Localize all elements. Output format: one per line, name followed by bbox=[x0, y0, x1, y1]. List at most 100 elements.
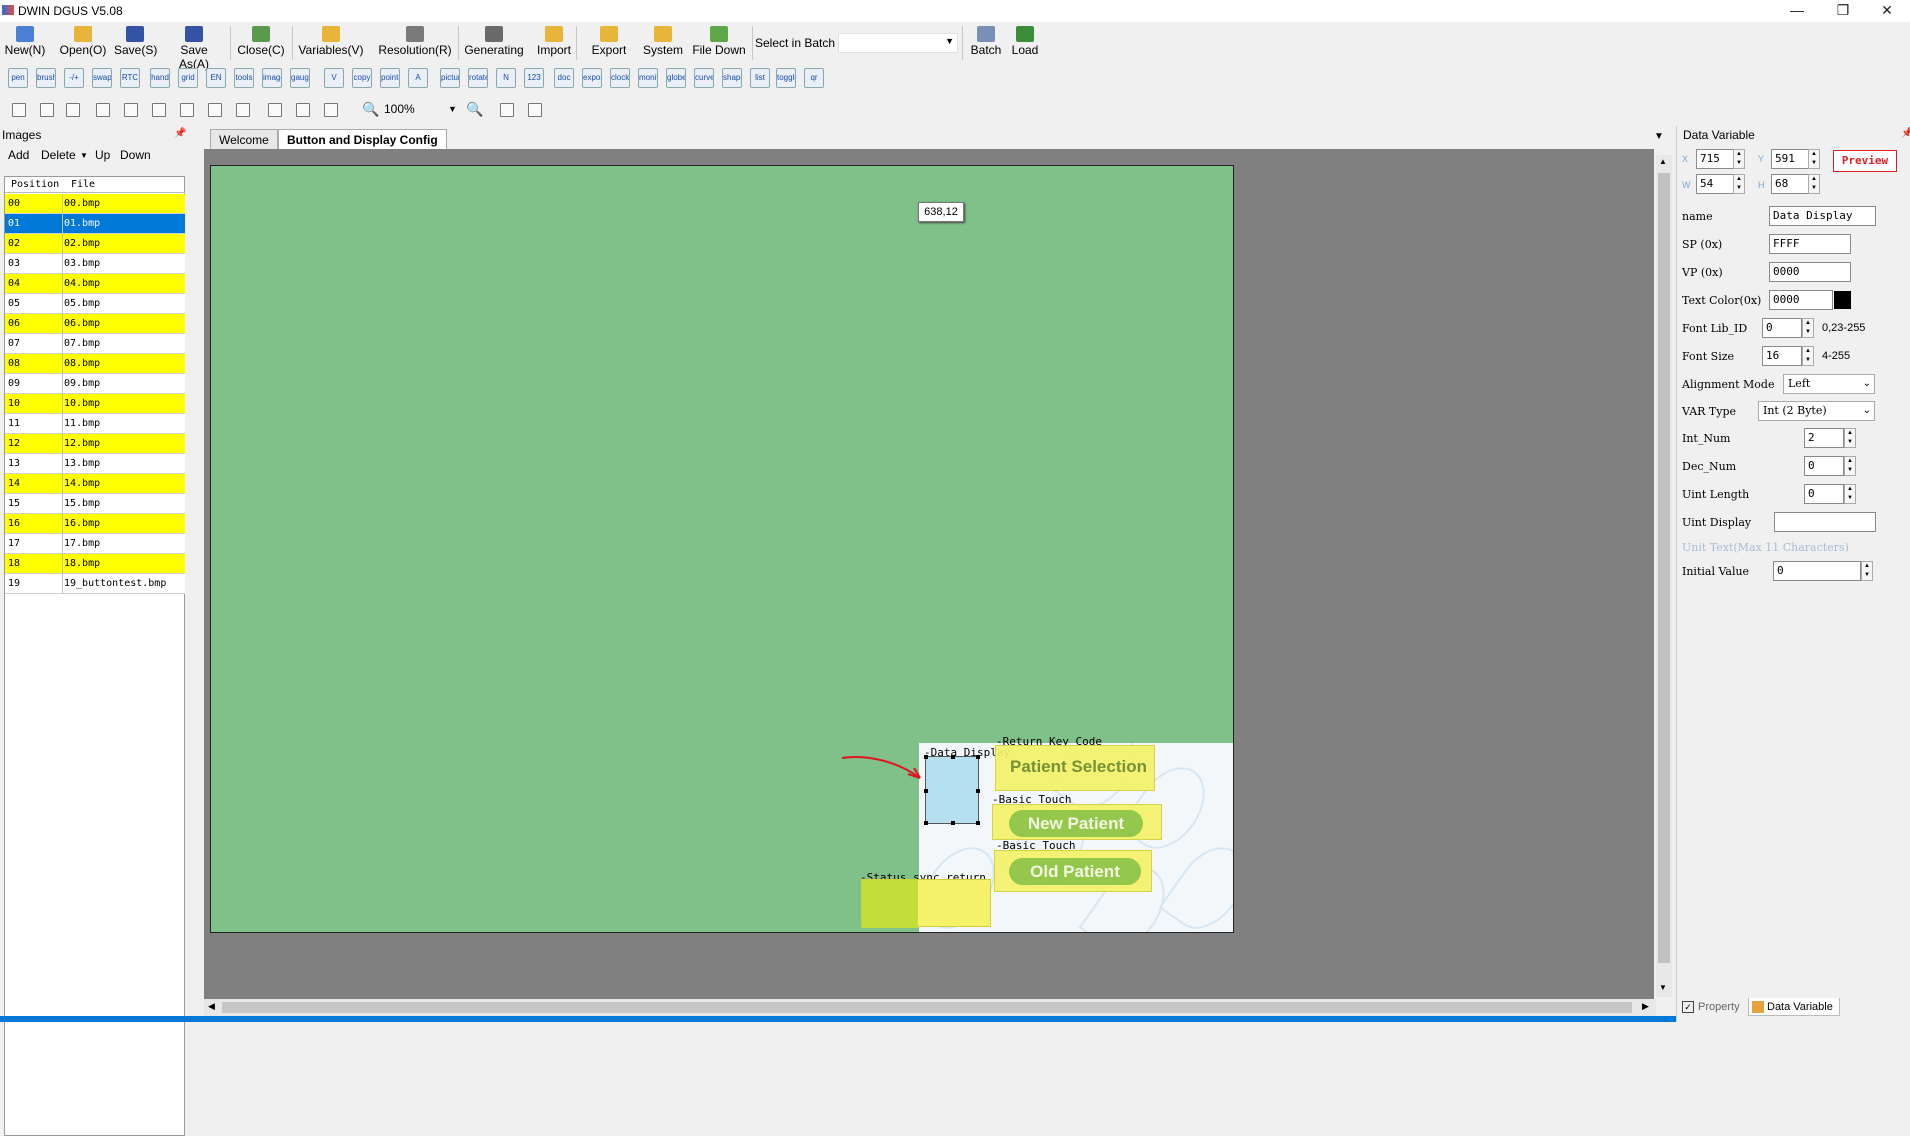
pin-icon[interactable]: 📌 bbox=[174, 128, 186, 139]
font-lib-input[interactable]: 0 bbox=[1762, 318, 1802, 338]
align-tool-icon[interactable] bbox=[208, 103, 222, 117]
vp-input[interactable]: 0000 bbox=[1769, 262, 1851, 282]
initial-value-spinner[interactable]: ▲ ▼ bbox=[1861, 561, 1873, 581]
int-num-spinner[interactable]: ▲ ▼ bbox=[1844, 428, 1856, 448]
old-patient-button[interactable]: Old Patient bbox=[1009, 858, 1141, 885]
pen-icon[interactable]: pen bbox=[8, 68, 28, 88]
toggle-icon[interactable]: toggle bbox=[776, 68, 796, 88]
tab-data-variable[interactable]: Data Variable bbox=[1748, 998, 1840, 1016]
tabs-dropdown-icon[interactable]: ▼ bbox=[1654, 131, 1664, 142]
column-file[interactable]: File bbox=[71, 177, 95, 193]
align-tool-icon[interactable] bbox=[66, 103, 80, 117]
image-list-row[interactable]: 10 10.bmp bbox=[5, 394, 185, 414]
alignment-select[interactable]: Left ⌄ bbox=[1783, 374, 1875, 394]
curve-icon[interactable]: curve bbox=[694, 68, 714, 88]
initial-value-input[interactable]: 0 bbox=[1773, 561, 1861, 581]
font-lib-spinner[interactable]: ▲ ▼ bbox=[1802, 318, 1814, 338]
export-icon[interactable]: export bbox=[582, 68, 602, 88]
align-tool-icon[interactable] bbox=[12, 103, 26, 117]
image-list-row[interactable]: 06 06.bmp bbox=[5, 314, 185, 334]
toolbar-button-resolution-r[interactable]: Resolution(R) bbox=[376, 24, 454, 62]
image-list-row[interactable]: 15 15.bmp bbox=[5, 494, 185, 514]
dec-num-spinner[interactable]: ▲ ▼ bbox=[1844, 456, 1856, 476]
int-num-input[interactable]: 2 bbox=[1804, 428, 1844, 448]
align-tool-icon[interactable] bbox=[96, 103, 110, 117]
en-icon[interactable]: EN bbox=[206, 68, 226, 88]
align-tool-icon[interactable] bbox=[296, 103, 310, 117]
delete-image-button[interactable]: Delete bbox=[41, 148, 76, 162]
toolbar-button-save-as-a[interactable]: Save As(A) bbox=[164, 24, 224, 71]
image-list-row[interactable]: 01 01.bmp bbox=[5, 214, 185, 234]
brush-icon[interactable]: brush bbox=[36, 68, 56, 88]
old-patient-touch-area[interactable]: Old Patient bbox=[994, 850, 1152, 892]
gauge-icon[interactable]: gauge bbox=[290, 68, 310, 88]
tab-property[interactable]: ✓ Property bbox=[1680, 998, 1740, 1016]
resize-handle[interactable] bbox=[976, 789, 980, 793]
tab-button-and-display-config[interactable]: Button and Display Config bbox=[278, 129, 447, 149]
pointer-icon[interactable]: pointer bbox=[380, 68, 400, 88]
scroll-down-icon[interactable]: ▼ bbox=[1659, 983, 1667, 992]
select-in-batch-dropdown[interactable]: ▼ bbox=[838, 33, 958, 53]
layer-order-icon[interactable] bbox=[500, 103, 514, 117]
tab-welcome[interactable]: Welcome bbox=[210, 129, 278, 149]
image-list-row[interactable]: 04 04.bmp bbox=[5, 274, 185, 294]
load-button[interactable]: Load bbox=[1008, 24, 1042, 62]
new-patient-button[interactable]: New Patient bbox=[1009, 810, 1143, 837]
resize-handle[interactable] bbox=[951, 821, 955, 825]
h-spinner[interactable]: ▲ ▼ bbox=[1808, 174, 1820, 194]
image-list-row[interactable]: 11 11.bmp bbox=[5, 414, 185, 434]
maximize-button[interactable]: ❐ bbox=[1820, 0, 1866, 22]
move-down-button[interactable]: Down bbox=[120, 148, 151, 162]
font-size-input[interactable]: 16 bbox=[1762, 346, 1802, 366]
clock-icon[interactable]: clock bbox=[610, 68, 630, 88]
vertical-scrollbar[interactable]: ▲ ▼ bbox=[1656, 155, 1672, 997]
align-tool-icon[interactable] bbox=[180, 103, 194, 117]
copy-icon[interactable]: copy bbox=[352, 68, 372, 88]
toolbar-button-system[interactable]: System bbox=[636, 24, 690, 62]
picture-icon[interactable]: picture bbox=[440, 68, 460, 88]
close-window-button[interactable]: ✕ bbox=[1864, 0, 1910, 22]
scroll-right-icon[interactable]: ▶ bbox=[1642, 1001, 1649, 1012]
toolbar-button-open-o[interactable]: Open(O) bbox=[56, 24, 110, 62]
delete-dropdown-icon[interactable]: ▼ bbox=[80, 151, 88, 160]
a-icon[interactable]: A bbox=[408, 68, 428, 88]
preview-button[interactable]: Preview bbox=[1833, 150, 1897, 172]
zoom-in-icon[interactable]: 🔍 bbox=[362, 101, 379, 118]
monitor-icon[interactable]: monitor bbox=[638, 68, 658, 88]
tools-icon[interactable]: tools bbox=[234, 68, 254, 88]
data-display-control[interactable] bbox=[924, 755, 980, 825]
image-icon[interactable]: image bbox=[262, 68, 282, 88]
zoom-select[interactable]: 100% ▼ bbox=[384, 100, 457, 118]
resize-handle[interactable] bbox=[976, 821, 980, 825]
y-input[interactable]: 591 bbox=[1771, 149, 1813, 169]
hand-icon[interactable]: hand bbox=[150, 68, 170, 88]
image-list-row[interactable]: 07 07.bmp bbox=[5, 334, 185, 354]
image-list-row[interactable]: 14 14.bmp bbox=[5, 474, 185, 494]
scroll-up-icon[interactable]: ▲ bbox=[1659, 157, 1667, 166]
uint-display-input[interactable] bbox=[1774, 512, 1876, 532]
align-tool-icon[interactable] bbox=[40, 103, 54, 117]
image-list-row[interactable]: 03 03.bmp bbox=[5, 254, 185, 274]
align-tool-icon[interactable] bbox=[236, 103, 250, 117]
doc-icon[interactable]: doc bbox=[554, 68, 574, 88]
align-tool-icon[interactable] bbox=[268, 103, 282, 117]
zoom-out-icon[interactable]: 🔍 bbox=[466, 101, 483, 118]
toolbar-button-import[interactable]: Import bbox=[532, 24, 576, 62]
grid-icon[interactable]: grid bbox=[178, 68, 198, 88]
image-list-row[interactable]: 17 17.bmp bbox=[5, 534, 185, 554]
toolbar-button-close-c[interactable]: Close(C) bbox=[236, 24, 286, 62]
image-list-row[interactable]: 12 12.bmp bbox=[5, 434, 185, 454]
y-spinner[interactable]: ▲ ▼ bbox=[1808, 149, 1820, 169]
name-input[interactable]: Data Display bbox=[1769, 206, 1876, 226]
toolbar-button-file-down[interactable]: File Down bbox=[688, 24, 750, 62]
pin-icon[interactable]: 📌 bbox=[1901, 128, 1910, 139]
toolbar-button-export[interactable]: Export bbox=[586, 24, 632, 62]
column-position[interactable]: Position bbox=[11, 177, 59, 193]
text-color-swatch[interactable] bbox=[1834, 291, 1851, 309]
qr-icon[interactable]: qr bbox=[804, 68, 824, 88]
batch-button[interactable]: Batch bbox=[968, 24, 1004, 62]
toolbar-button-save-s[interactable]: Save(S) bbox=[114, 24, 157, 62]
move-up-button[interactable]: Up bbox=[95, 148, 110, 162]
w-input[interactable]: 54 bbox=[1696, 174, 1738, 194]
image-list-row[interactable]: 08 08.bmp bbox=[5, 354, 185, 374]
